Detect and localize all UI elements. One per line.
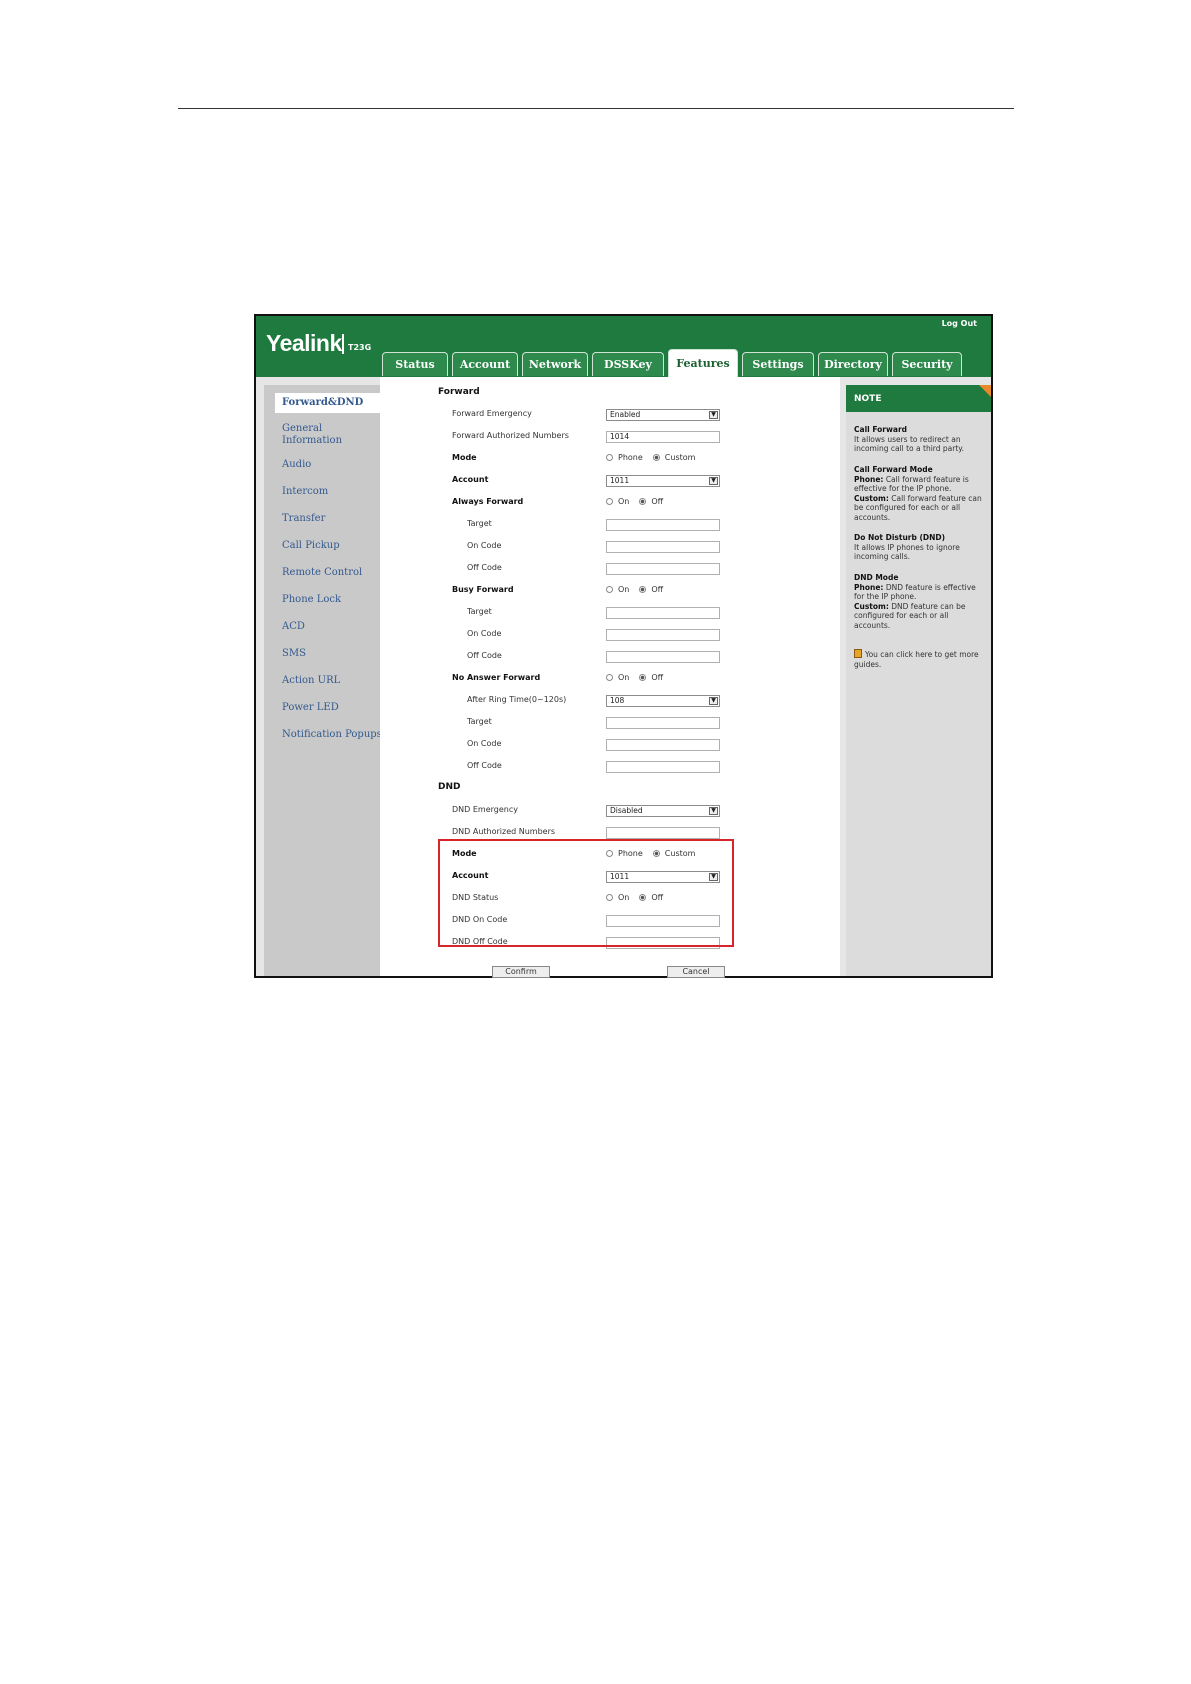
forward-account-select[interactable]: 1011 ▼	[606, 475, 720, 487]
forward-mode-custom-radio[interactable]	[652, 454, 660, 461]
chevron-down-icon: ▼	[709, 697, 718, 705]
no-answer-off-code-label: Off Code	[467, 761, 502, 770]
busy-forward-on-radio[interactable]	[606, 586, 613, 593]
no-answer-on-radio[interactable]	[606, 674, 613, 681]
dnd-section-title: DND	[438, 782, 461, 792]
forward-emergency-label: Forward Emergency	[452, 409, 532, 418]
dnd-authorized-input[interactable]	[606, 827, 720, 839]
no-answer-off-code-input[interactable]	[606, 761, 720, 773]
forward-emergency-select[interactable]: Enabled ▼	[606, 409, 720, 421]
form-layer: Forward Forward Emergency Enabled ▼ Forwa…	[0, 0, 1191, 1684]
no-answer-forward-radios: On Off	[606, 673, 673, 682]
always-off-code-label: Off Code	[467, 563, 502, 572]
cancel-button[interactable]: Cancel	[667, 966, 725, 978]
always-forward-radios: On Off	[606, 497, 673, 506]
no-answer-forward-label: No Answer Forward	[452, 673, 541, 682]
chevron-down-icon: ▼	[709, 411, 718, 419]
dnd-authorized-label: DND Authorized Numbers	[452, 827, 556, 836]
no-answer-on-code-input[interactable]	[606, 739, 720, 751]
busy-forward-radios: On Off	[606, 585, 673, 594]
chevron-down-icon: ▼	[709, 477, 718, 485]
forward-mode-radios: Phone Custom	[606, 453, 705, 462]
busy-on-code-label: On Code	[467, 629, 502, 638]
busy-off-code-label: Off Code	[467, 651, 502, 660]
dnd-emergency-select[interactable]: Disabled ▼	[606, 805, 720, 817]
dnd-emergency-label: DND Emergency	[452, 805, 518, 814]
always-target-input[interactable]	[606, 519, 720, 531]
no-answer-target-label: Target	[467, 717, 492, 726]
no-answer-on-code-label: On Code	[467, 739, 502, 748]
busy-off-code-input[interactable]	[606, 651, 720, 663]
busy-target-input[interactable]	[606, 607, 720, 619]
forward-section-title: Forward	[438, 387, 480, 397]
ring-time-label: After Ring Time(0~120s)	[467, 695, 567, 704]
forward-authorized-label: Forward Authorized Numbers	[452, 431, 569, 440]
ring-time-select[interactable]: 108 ▼	[606, 695, 720, 707]
confirm-button[interactable]: Confirm	[492, 966, 550, 978]
always-off-code-input[interactable]	[606, 563, 720, 575]
highlight-box	[438, 839, 734, 947]
always-forward-label: Always Forward	[452, 497, 524, 506]
forward-mode-phone-radio[interactable]	[606, 454, 613, 461]
always-target-label: Target	[467, 519, 492, 528]
chevron-down-icon: ▼	[709, 807, 718, 815]
always-forward-on-radio[interactable]	[606, 498, 613, 505]
always-forward-off-radio[interactable]	[639, 498, 647, 505]
no-answer-target-input[interactable]	[606, 717, 720, 729]
always-on-code-input[interactable]	[606, 541, 720, 553]
no-answer-off-radio[interactable]	[639, 674, 647, 681]
forward-account-label: Account	[452, 475, 489, 484]
busy-forward-label: Busy Forward	[452, 585, 514, 594]
busy-forward-off-radio[interactable]	[639, 586, 647, 593]
forward-authorized-input[interactable]: 1014	[606, 431, 720, 443]
busy-on-code-input[interactable]	[606, 629, 720, 641]
busy-target-label: Target	[467, 607, 492, 616]
forward-mode-label: Mode	[452, 453, 477, 462]
always-on-code-label: On Code	[467, 541, 502, 550]
